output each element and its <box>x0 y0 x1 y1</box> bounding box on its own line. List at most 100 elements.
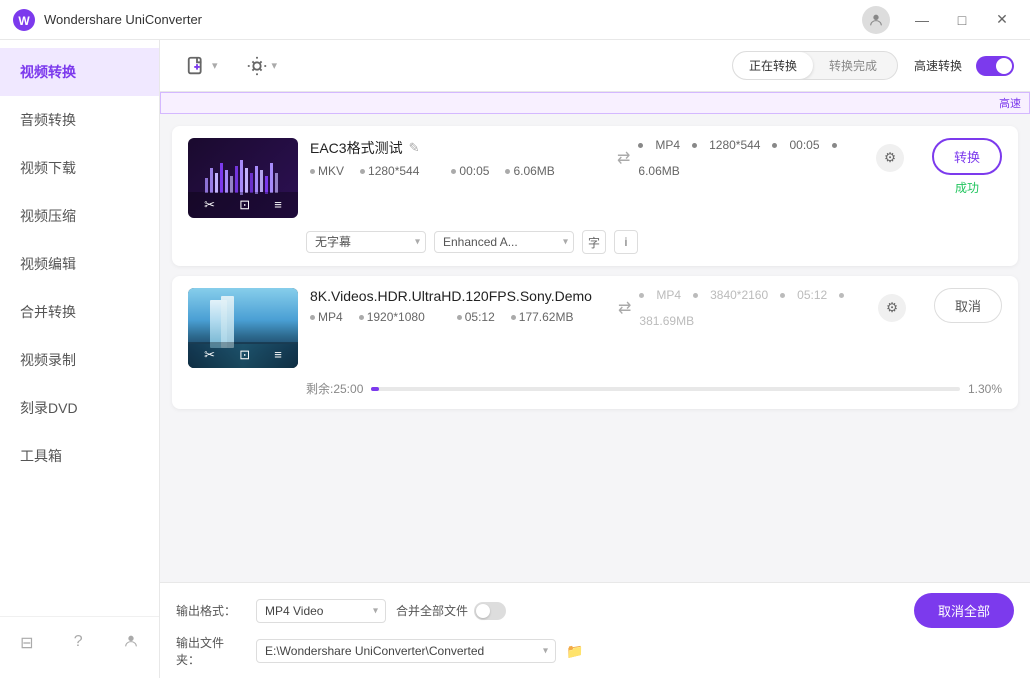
thumb-overlay-1: ✂ ⊡ ≡ <box>188 192 298 218</box>
shuffle-icon-1[interactable]: ⇄ <box>617 148 630 168</box>
sidebar-bottom: ⊟ ? <box>0 616 159 670</box>
sidebar-label-video-download: 视频下载 <box>20 158 76 178</box>
source-resolution-2: 1920*1080 <box>359 310 425 324</box>
cancel-all-btn[interactable]: 取消全部 <box>914 593 1014 628</box>
sidebar-label-merge-convert: 合并转换 <box>20 302 76 322</box>
convert-btn-1[interactable]: 转换 <box>932 138 1002 175</box>
output-meta-1: MP4 1280*544 00:05 6.06MB <box>638 138 868 178</box>
info-icon-1[interactable]: i <box>614 230 638 254</box>
sidebar-item-toolbox[interactable]: 工具箱 <box>0 432 159 480</box>
file-card-1: ✂ ⊡ ≡ EAC3格式测试 ✎ <box>172 126 1018 266</box>
remaining-text-2: 剩余:25:00 <box>306 380 363 397</box>
maximize-btn[interactable]: □ <box>946 8 978 32</box>
source-format-1: MKV <box>310 164 344 178</box>
file-meta-1: MKV 1280*544 00:05 <box>310 164 597 178</box>
enhanced-select-wrap-1: Enhanced A... <box>434 231 574 253</box>
subtitle-icon-1[interactable]: 字 <box>582 230 606 254</box>
enhanced-select-1[interactable]: Enhanced A... <box>434 231 574 253</box>
sidebar-help-icon[interactable]: ? <box>66 629 91 658</box>
list-icon-1[interactable]: ≡ <box>270 196 286 214</box>
source-size-2: 177.62MB <box>511 310 574 324</box>
gear-btn-2[interactable]: ⚙ <box>878 294 906 322</box>
content-area: ▾ ▾ 正在转换 转换完成 高速转换 <box>160 40 1030 678</box>
sidebar: 视频转换 音频转换 视频下载 视频压缩 视频编辑 合并转换 视频录制 刻录DVD… <box>0 40 160 678</box>
format-select[interactable]: MP4 Video <box>256 599 386 623</box>
merge-toggle: 合并全部文件 <box>396 602 506 620</box>
progress-bar-wrap-2 <box>371 387 960 391</box>
sidebar-item-merge-convert[interactable]: 合并转换 <box>0 288 159 336</box>
path-select-wrap: E:\Wondershare UniConverter\Converted <box>256 639 556 663</box>
main-layout: 视频转换 音频转换 视频下载 视频压缩 视频编辑 合并转换 视频录制 刻录DVD… <box>0 40 1030 678</box>
progress-row-2: 剩余:25:00 1.30% <box>188 380 1002 397</box>
path-label: 输出文件夹： <box>176 634 246 668</box>
thumb-overlay-2: ✂ ⊡ ≡ <box>188 342 298 368</box>
app-logo: W <box>12 8 36 32</box>
subtitle-row-1: 无字幕 Enhanced A... 字 i <box>188 230 1002 254</box>
source-resolution-1: 1280*544 <box>360 164 419 178</box>
sidebar-label-video-record: 视频录制 <box>20 350 76 370</box>
sidebar-label-video-convert: 视频转换 <box>20 62 76 82</box>
scissors-icon-1[interactable]: ✂ <box>200 196 219 214</box>
sidebar-label-toolbox: 工具箱 <box>20 446 62 466</box>
file-name-2: 8K.Videos.HDR.UltraHD.120FPS.Sony.Demo <box>310 288 598 304</box>
user-avatar-btn[interactable] <box>862 6 890 34</box>
window-controls: — □ ✕ <box>862 6 1018 34</box>
high-speed-label: 高速转换 <box>914 57 962 74</box>
file-card-1-top: ✂ ⊡ ≡ EAC3格式测试 ✎ <box>188 138 1002 218</box>
svg-text:W: W <box>18 14 30 28</box>
folder-icon[interactable]: 📁 <box>566 643 583 660</box>
cancel-btn-2[interactable]: 取消 <box>934 288 1002 323</box>
sidebar-item-audio-convert[interactable]: 音频转换 <box>0 96 159 144</box>
file-card-2: ✂ ⊡ ≡ 8K.Videos.HDR.UltraHD.120FPS.Sony.… <box>172 276 1018 409</box>
sidebar-item-video-record[interactable]: 视频录制 <box>0 336 159 384</box>
toolbar: ▾ ▾ 正在转换 转换完成 高速转换 <box>160 40 1030 92</box>
sidebar-item-video-compress[interactable]: 视频压缩 <box>0 192 159 240</box>
merge-toggle-switch[interactable] <box>474 602 506 620</box>
file-info-1: EAC3格式测试 ✎ MKV 1280*544 <box>310 138 597 178</box>
bottom-bar: 输出格式： MP4 Video 合并全部文件 取消全部 输出文件夹： E:\ <box>160 582 1030 678</box>
file-list: ✂ ⊡ ≡ EAC3格式测试 ✎ <box>160 114 1030 582</box>
minimize-btn[interactable]: — <box>906 8 938 32</box>
add-file-btn[interactable]: ▾ <box>176 49 228 83</box>
output-config-1: ⇄ MP4 1280*544 00:05 6.06MB ⚙ <box>609 138 912 178</box>
format-label: 输出格式： <box>176 602 246 619</box>
source-duration-1: 00:05 <box>451 164 489 178</box>
file-card-2-top: ✂ ⊡ ≡ 8K.Videos.HDR.UltraHD.120FPS.Sony.… <box>188 288 1002 368</box>
status-converting-btn[interactable]: 正在转换 <box>733 52 813 79</box>
shuffle-icon-2[interactable]: ⇄ <box>618 298 631 318</box>
sidebar-item-burn-dvd[interactable]: 刻录DVD <box>0 384 159 432</box>
crop-icon-2[interactable]: ⊡ <box>235 346 254 364</box>
success-label-1: 成功 <box>955 179 979 196</box>
file-info-2: 8K.Videos.HDR.UltraHD.120FPS.Sony.Demo M… <box>310 288 598 324</box>
crop-icon-1[interactable]: ⊡ <box>235 196 254 214</box>
add-screen-btn[interactable]: ▾ <box>236 49 288 83</box>
path-select[interactable]: E:\Wondershare UniConverter\Converted <box>256 639 556 663</box>
sidebar-item-video-edit[interactable]: 视频编辑 <box>0 240 159 288</box>
status-done-btn[interactable]: 转换完成 <box>813 52 897 79</box>
title-bar: W Wondershare UniConverter — □ ✕ <box>0 0 1030 40</box>
sidebar-label-video-compress: 视频压缩 <box>20 206 76 226</box>
status-toggle: 正在转换 转换完成 <box>732 51 898 80</box>
edit-icon-1[interactable]: ✎ <box>409 140 420 156</box>
output-config-2: ⇄ MP4 3840*2160 05:12 381.69MB ⚙ <box>610 288 914 328</box>
list-icon-2[interactable]: ≡ <box>270 346 286 364</box>
subtitle-select-1[interactable]: 无字幕 <box>306 231 426 253</box>
sidebar-item-video-convert[interactable]: 视频转换 <box>0 48 159 96</box>
source-format-2: MP4 <box>310 310 343 324</box>
output-meta-2: MP4 3840*2160 05:12 381.69MB <box>639 288 870 328</box>
progress-bar-2 <box>371 387 379 391</box>
close-btn[interactable]: ✕ <box>986 8 1018 32</box>
sidebar-person-icon[interactable] <box>115 629 147 658</box>
sidebar-pages-icon[interactable]: ⊟ <box>12 629 41 658</box>
high-speed-toggle[interactable] <box>976 56 1014 76</box>
file-thumb-2: ✂ ⊡ ≡ <box>188 288 298 368</box>
bottom-row-path: 输出文件夹： E:\Wondershare UniConverter\Conve… <box>176 634 1014 668</box>
gear-btn-1[interactable]: ⚙ <box>876 144 904 172</box>
sidebar-label-burn-dvd: 刻录DVD <box>20 398 78 418</box>
sidebar-item-video-download[interactable]: 视频下载 <box>0 144 159 192</box>
scissors-icon-2[interactable]: ✂ <box>200 346 219 364</box>
source-duration-2: 05:12 <box>457 310 495 324</box>
bottom-row-format: 输出格式： MP4 Video 合并全部文件 取消全部 <box>176 593 1014 628</box>
sidebar-label-video-edit: 视频编辑 <box>20 254 76 274</box>
format-select-wrap: MP4 Video <box>256 599 386 623</box>
